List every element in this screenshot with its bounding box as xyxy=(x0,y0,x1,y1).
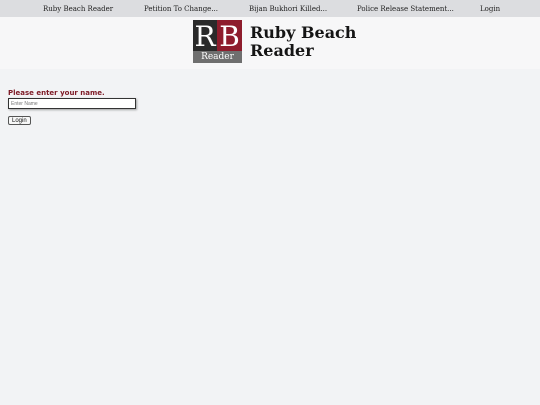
name-prompt: Please enter your name. xyxy=(8,89,105,97)
nav-link-ruby-beach-reader[interactable]: Ruby Beach Reader xyxy=(43,0,113,17)
brand-header: R B Reader Ruby Beach Reader xyxy=(0,17,540,69)
login-form: Please enter your name. Login xyxy=(8,89,136,125)
logo-reader-label: Reader xyxy=(193,51,242,63)
top-navigation-bar: Ruby Beach Reader Petition To Change... … xyxy=(0,0,540,18)
site-name-line-2: Reader xyxy=(250,41,314,60)
logo-letter-b: B xyxy=(217,20,242,53)
site-name: Ruby Beach Reader xyxy=(250,24,360,60)
site-logo[interactable]: R B Reader xyxy=(193,20,242,63)
nav-link-police-release-statement[interactable]: Police Release Statement... xyxy=(357,0,454,17)
site-name-line-1: Ruby Beach xyxy=(250,23,357,42)
name-input[interactable] xyxy=(8,98,136,109)
logo-letters: R B xyxy=(193,20,242,53)
nav-link-petition-to-change[interactable]: Petition To Change... xyxy=(144,0,218,17)
logo-letter-r: R xyxy=(193,20,217,53)
login-button[interactable]: Login xyxy=(8,116,31,125)
nav-link-bijan-bukhori-killed[interactable]: Bijan Bukhori Killed... xyxy=(249,0,327,17)
nav-link-login[interactable]: Login xyxy=(480,0,500,17)
